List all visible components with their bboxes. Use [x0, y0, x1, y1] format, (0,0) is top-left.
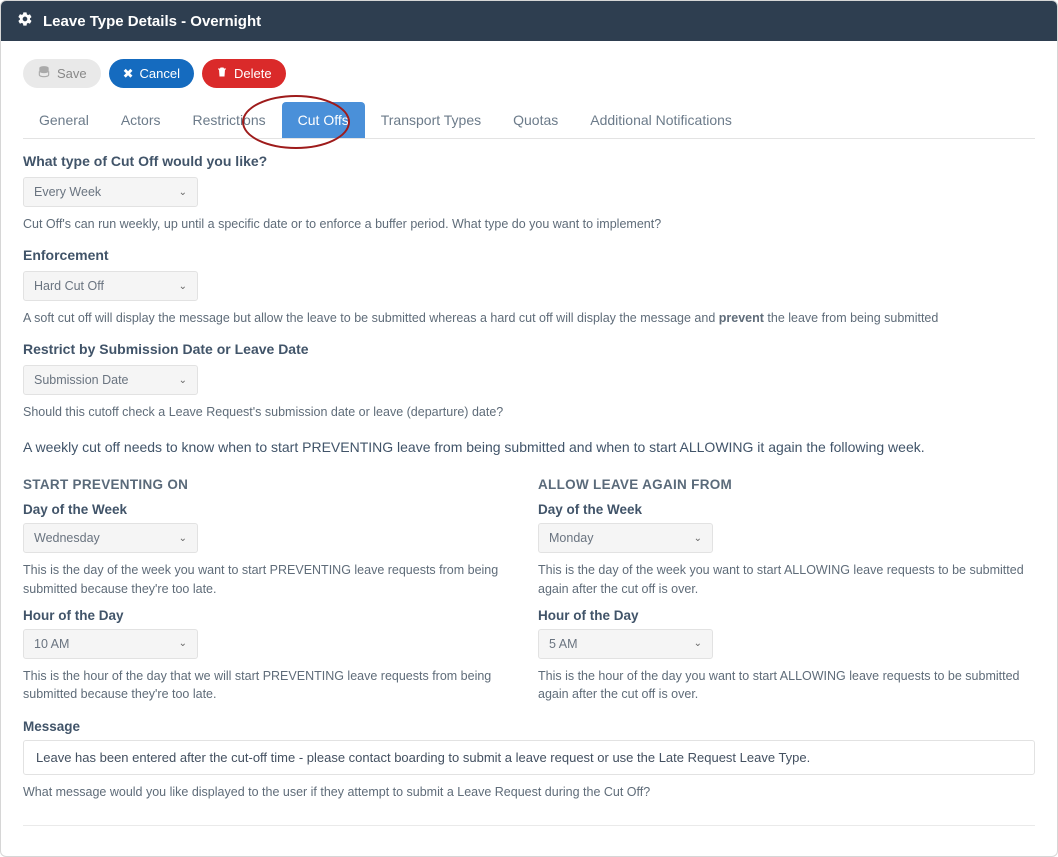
- allow-hour-value: 5 AM: [549, 637, 578, 651]
- message-input[interactable]: [23, 740, 1035, 775]
- prevent-column: START PREVENTING ON Day of the Week Wedn…: [23, 465, 520, 709]
- action-buttons: Save ✖ Cancel Delete: [23, 59, 1035, 88]
- cancel-button[interactable]: ✖ Cancel: [109, 59, 194, 88]
- gear-icon: [17, 11, 33, 31]
- allow-day-help: This is the day of the week you want to …: [538, 561, 1035, 597]
- tab-additional-notifications[interactable]: Additional Notifications: [574, 102, 748, 138]
- allow-hour-help: This is the hour of the day you want to …: [538, 667, 1035, 703]
- restrict-help: Should this cutoff check a Leave Request…: [23, 403, 1035, 421]
- tab-restrictions[interactable]: Restrictions: [177, 102, 282, 138]
- cutoff-type-label: What type of Cut Off would you like?: [23, 153, 1035, 169]
- chevron-down-icon: ⌄: [179, 281, 187, 292]
- tab-cut-offs[interactable]: Cut Offs: [282, 102, 365, 138]
- tab-quotas[interactable]: Quotas: [497, 102, 574, 138]
- restrict-value: Submission Date: [34, 373, 129, 387]
- allow-column: ALLOW LEAVE AGAIN FROM Day of the Week M…: [538, 465, 1035, 709]
- prevent-day-help: This is the day of the week you want to …: [23, 561, 520, 597]
- prevent-day-value: Wednesday: [34, 531, 100, 545]
- save-label: Save: [57, 66, 87, 81]
- allow-hour-select[interactable]: 5 AM ⌄: [538, 629, 713, 659]
- allow-day-value: Monday: [549, 531, 593, 545]
- restrict-select[interactable]: Submission Date ⌄: [23, 365, 198, 395]
- prevent-day-select[interactable]: Wednesday ⌄: [23, 523, 198, 553]
- chevron-down-icon: ⌄: [179, 187, 187, 198]
- enforcement-label: Enforcement: [23, 247, 1035, 263]
- chevron-down-icon: ⌄: [694, 533, 702, 544]
- prevent-hour-label: Hour of the Day: [23, 608, 520, 623]
- tabs-container: General Actors Restrictions Cut Offs Tra…: [23, 102, 1035, 139]
- content-area: Save ✖ Cancel Delete General Actors Rest…: [1, 41, 1057, 856]
- chevron-down-icon: ⌄: [179, 533, 187, 544]
- save-button[interactable]: Save: [23, 59, 101, 88]
- page-title: Leave Type Details - Overnight: [43, 13, 261, 30]
- weekly-cutoff-lead: A weekly cut off needs to know when to s…: [23, 439, 1035, 455]
- allow-header: ALLOW LEAVE AGAIN FROM: [538, 477, 1035, 492]
- enforcement-select[interactable]: Hard Cut Off ⌄: [23, 271, 198, 301]
- close-icon: ✖: [123, 66, 134, 82]
- enforcement-value: Hard Cut Off: [34, 279, 104, 293]
- prevent-hour-select[interactable]: 10 AM ⌄: [23, 629, 198, 659]
- leave-type-window: Leave Type Details - Overnight Save ✖ Ca…: [0, 0, 1058, 857]
- allow-day-label: Day of the Week: [538, 502, 1035, 517]
- cutoff-type-help: Cut Off's can run weekly, up until a spe…: [23, 215, 1035, 233]
- cutoff-type-value: Every Week: [34, 185, 101, 199]
- allow-day-select[interactable]: Monday ⌄: [538, 523, 713, 553]
- delete-button[interactable]: Delete: [202, 59, 286, 88]
- message-help: What message would you like displayed to…: [23, 783, 1035, 801]
- chevron-down-icon: ⌄: [179, 638, 187, 649]
- tab-general[interactable]: General: [23, 102, 105, 138]
- tab-transport-types[interactable]: Transport Types: [365, 102, 497, 138]
- bottom-divider: [23, 825, 1035, 826]
- database-icon: [37, 65, 51, 82]
- trash-icon: [216, 66, 228, 81]
- tabs: General Actors Restrictions Cut Offs Tra…: [23, 102, 1035, 139]
- prevent-hour-help: This is the hour of the day that we will…: [23, 667, 520, 703]
- prevent-allow-row: START PREVENTING ON Day of the Week Wedn…: [23, 465, 1035, 709]
- allow-hour-label: Hour of the Day: [538, 608, 1035, 623]
- tab-actors[interactable]: Actors: [105, 102, 177, 138]
- prevent-header: START PREVENTING ON: [23, 477, 520, 492]
- cancel-label: Cancel: [140, 66, 180, 81]
- prevent-day-label: Day of the Week: [23, 502, 520, 517]
- cutoff-type-select[interactable]: Every Week ⌄: [23, 177, 198, 207]
- restrict-label: Restrict by Submission Date or Leave Dat…: [23, 341, 1035, 357]
- prevent-hour-value: 10 AM: [34, 637, 69, 651]
- chevron-down-icon: ⌄: [694, 638, 702, 649]
- delete-label: Delete: [234, 66, 272, 81]
- enforcement-help: A soft cut off will display the message …: [23, 309, 1035, 327]
- chevron-down-icon: ⌄: [179, 375, 187, 386]
- message-label: Message: [23, 719, 1035, 734]
- title-bar: Leave Type Details - Overnight: [1, 1, 1057, 41]
